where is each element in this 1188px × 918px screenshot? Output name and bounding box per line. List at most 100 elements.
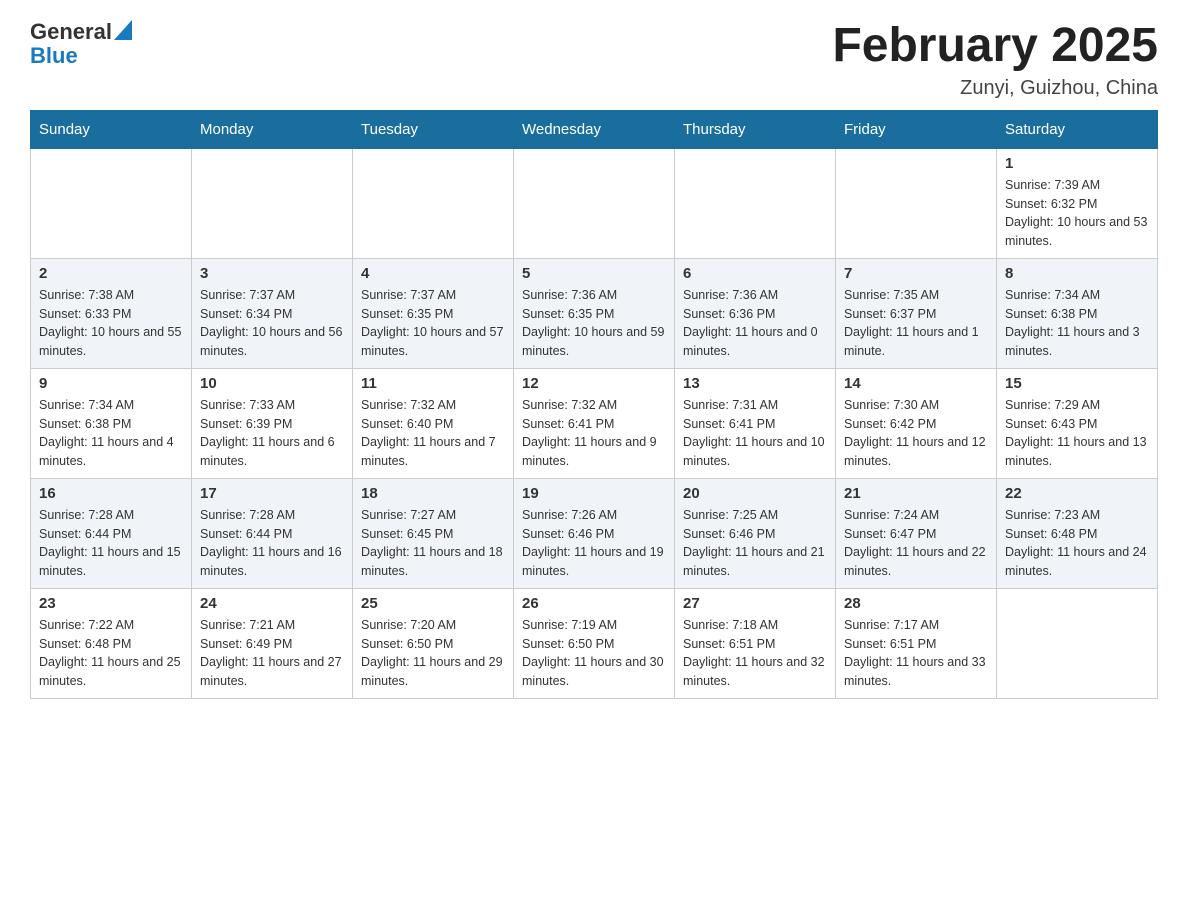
logo: General Blue <box>30 20 132 68</box>
col-friday: Friday <box>836 110 997 148</box>
calendar-cell: 12Sunrise: 7:32 AMSunset: 6:41 PMDayligh… <box>514 368 675 478</box>
day-number: 14 <box>844 375 988 392</box>
day-info: Sunrise: 7:30 AMSunset: 6:42 PMDaylight:… <box>844 396 988 471</box>
day-number: 11 <box>361 375 505 392</box>
calendar-cell <box>836 148 997 258</box>
calendar-cell: 8 Sunrise: 7:34 AMSunset: 6:38 PMDaylight… <box>997 258 1158 368</box>
day-number: 6 <box>683 265 827 282</box>
day-info: Sunrise: 7:23 AMSunset: 6:48 PMDaylight:… <box>1005 506 1149 581</box>
day-number: 26 <box>522 595 666 612</box>
calendar-cell <box>353 148 514 258</box>
week-row-5: 23 Sunrise: 7:22 AMSunset: 6:48 PMDayligh… <box>31 588 1158 698</box>
day-number: 25 <box>361 595 505 612</box>
day-number: 10 <box>200 375 344 392</box>
calendar-cell: 10 Sunrise: 7:33 AMSunset: 6:39 PMDayligh… <box>192 368 353 478</box>
col-wednesday: Wednesday <box>514 110 675 148</box>
day-info: Sunrise: 7:33 AMSunset: 6:39 PMDaylight:… <box>200 396 344 471</box>
day-info: Sunrise: 7:24 AMSunset: 6:47 PMDaylight:… <box>844 506 988 581</box>
calendar-table: Sunday Monday Tuesday Wednesday Thursday… <box>30 110 1158 699</box>
day-info: Sunrise: 7:35 AMSunset: 6:37 PMDaylight:… <box>844 286 988 361</box>
calendar-cell: 23 Sunrise: 7:22 AMSunset: 6:48 PMDayligh… <box>31 588 192 698</box>
day-info: Sunrise: 7:36 AMSunset: 6:35 PMDaylight:… <box>522 286 666 361</box>
calendar-cell: 3 Sunrise: 7:37 AMSunset: 6:34 PMDaylight… <box>192 258 353 368</box>
week-row-3: 9 Sunrise: 7:34 AMSunset: 6:38 PMDaylight… <box>31 368 1158 478</box>
calendar-cell: 24 Sunrise: 7:21 AMSunset: 6:49 PMDayligh… <box>192 588 353 698</box>
day-info: Sunrise: 7:27 AMSunset: 6:45 PMDaylight:… <box>361 506 505 581</box>
calendar-cell <box>31 148 192 258</box>
header-row: Sunday Monday Tuesday Wednesday Thursday… <box>31 110 1158 148</box>
calendar-cell: 2 Sunrise: 7:38 AMSunset: 6:33 PMDaylight… <box>31 258 192 368</box>
day-number: 2 <box>39 265 183 282</box>
calendar-cell <box>675 148 836 258</box>
day-number: 16 <box>39 485 183 502</box>
day-info: Sunrise: 7:34 AMSunset: 6:38 PMDaylight:… <box>39 396 183 471</box>
location-text: Zunyi, Guizhou, China <box>832 77 1158 100</box>
day-number: 9 <box>39 375 183 392</box>
day-number: 23 <box>39 595 183 612</box>
day-number: 15 <box>1005 375 1149 392</box>
calendar-cell: 27 Sunrise: 7:18 AMSunset: 6:51 PMDayligh… <box>675 588 836 698</box>
logo-general-text: General <box>30 20 112 44</box>
calendar-cell: 11Sunrise: 7:32 AMSunset: 6:40 PMDayligh… <box>353 368 514 478</box>
day-info: Sunrise: 7:22 AMSunset: 6:48 PMDaylight:… <box>39 616 183 691</box>
logo-blue-text: Blue <box>30 43 78 68</box>
col-saturday: Saturday <box>997 110 1158 148</box>
day-number: 3 <box>200 265 344 282</box>
day-number: 17 <box>200 485 344 502</box>
logo-triangle-icon <box>114 20 132 40</box>
calendar-cell: 14 Sunrise: 7:30 AMSunset: 6:42 PMDayligh… <box>836 368 997 478</box>
day-info: Sunrise: 7:28 AMSunset: 6:44 PMDaylight:… <box>39 506 183 581</box>
calendar-cell: 16 Sunrise: 7:28 AMSunset: 6:44 PMDayligh… <box>31 478 192 588</box>
day-info: Sunrise: 7:17 AMSunset: 6:51 PMDaylight:… <box>844 616 988 691</box>
week-row-4: 16 Sunrise: 7:28 AMSunset: 6:44 PMDayligh… <box>31 478 1158 588</box>
day-number: 19 <box>522 485 666 502</box>
day-number: 24 <box>200 595 344 612</box>
calendar-cell: 17 Sunrise: 7:28 AMSunset: 6:44 PMDayligh… <box>192 478 353 588</box>
day-info: Sunrise: 7:25 AMSunset: 6:46 PMDaylight:… <box>683 506 827 581</box>
calendar-cell: 13 Sunrise: 7:31 AMSunset: 6:41 PMDayligh… <box>675 368 836 478</box>
day-info: Sunrise: 7:39 AMSunset: 6:32 PMDaylight:… <box>1005 176 1149 251</box>
calendar-cell: 7 Sunrise: 7:35 AMSunset: 6:37 PMDaylight… <box>836 258 997 368</box>
calendar-cell <box>192 148 353 258</box>
calendar-cell: 9 Sunrise: 7:34 AMSunset: 6:38 PMDaylight… <box>31 368 192 478</box>
day-number: 13 <box>683 375 827 392</box>
calendar-cell <box>514 148 675 258</box>
day-info: Sunrise: 7:26 AMSunset: 6:46 PMDaylight:… <box>522 506 666 581</box>
calendar-cell: 25 Sunrise: 7:20 AMSunset: 6:50 PMDayligh… <box>353 588 514 698</box>
day-number: 21 <box>844 485 988 502</box>
day-info: Sunrise: 7:20 AMSunset: 6:50 PMDaylight:… <box>361 616 505 691</box>
week-row-2: 2 Sunrise: 7:38 AMSunset: 6:33 PMDaylight… <box>31 258 1158 368</box>
day-info: Sunrise: 7:21 AMSunset: 6:49 PMDaylight:… <box>200 616 344 691</box>
col-tuesday: Tuesday <box>353 110 514 148</box>
calendar-body: 1Sunrise: 7:39 AMSunset: 6:32 PMDaylight… <box>31 148 1158 698</box>
calendar-cell: 21 Sunrise: 7:24 AMSunset: 6:47 PMDayligh… <box>836 478 997 588</box>
day-number: 18 <box>361 485 505 502</box>
calendar-cell: 15 Sunrise: 7:29 AMSunset: 6:43 PMDayligh… <box>997 368 1158 478</box>
day-number: 20 <box>683 485 827 502</box>
calendar-cell: 22Sunrise: 7:23 AMSunset: 6:48 PMDayligh… <box>997 478 1158 588</box>
day-info: Sunrise: 7:18 AMSunset: 6:51 PMDaylight:… <box>683 616 827 691</box>
calendar-cell: 19 Sunrise: 7:26 AMSunset: 6:46 PMDayligh… <box>514 478 675 588</box>
title-section: February 2025 Zunyi, Guizhou, China <box>832 20 1158 100</box>
col-monday: Monday <box>192 110 353 148</box>
day-info: Sunrise: 7:38 AMSunset: 6:33 PMDaylight:… <box>39 286 183 361</box>
day-info: Sunrise: 7:28 AMSunset: 6:44 PMDaylight:… <box>200 506 344 581</box>
day-info: Sunrise: 7:31 AMSunset: 6:41 PMDaylight:… <box>683 396 827 471</box>
day-number: 27 <box>683 595 827 612</box>
day-info: Sunrise: 7:29 AMSunset: 6:43 PMDaylight:… <box>1005 396 1149 471</box>
calendar-cell: 6Sunrise: 7:36 AMSunset: 6:36 PMDaylight… <box>675 258 836 368</box>
page-header: General Blue February 2025 Zunyi, Guizho… <box>30 20 1158 100</box>
day-info: Sunrise: 7:37 AMSunset: 6:34 PMDaylight:… <box>200 286 344 361</box>
day-info: Sunrise: 7:37 AMSunset: 6:35 PMDaylight:… <box>361 286 505 361</box>
day-number: 7 <box>844 265 988 282</box>
calendar-cell: 1Sunrise: 7:39 AMSunset: 6:32 PMDaylight… <box>997 148 1158 258</box>
calendar-cell: 4Sunrise: 7:37 AMSunset: 6:35 PMDaylight… <box>353 258 514 368</box>
day-number: 28 <box>844 595 988 612</box>
calendar-cell: 20 Sunrise: 7:25 AMSunset: 6:46 PMDayligh… <box>675 478 836 588</box>
day-info: Sunrise: 7:34 AMSunset: 6:38 PMDaylight:… <box>1005 286 1149 361</box>
month-title: February 2025 <box>832 20 1158 73</box>
day-info: Sunrise: 7:32 AMSunset: 6:41 PMDaylight:… <box>522 396 666 471</box>
day-number: 5 <box>522 265 666 282</box>
day-number: 8 <box>1005 265 1149 282</box>
calendar-cell: 18 Sunrise: 7:27 AMSunset: 6:45 PMDayligh… <box>353 478 514 588</box>
